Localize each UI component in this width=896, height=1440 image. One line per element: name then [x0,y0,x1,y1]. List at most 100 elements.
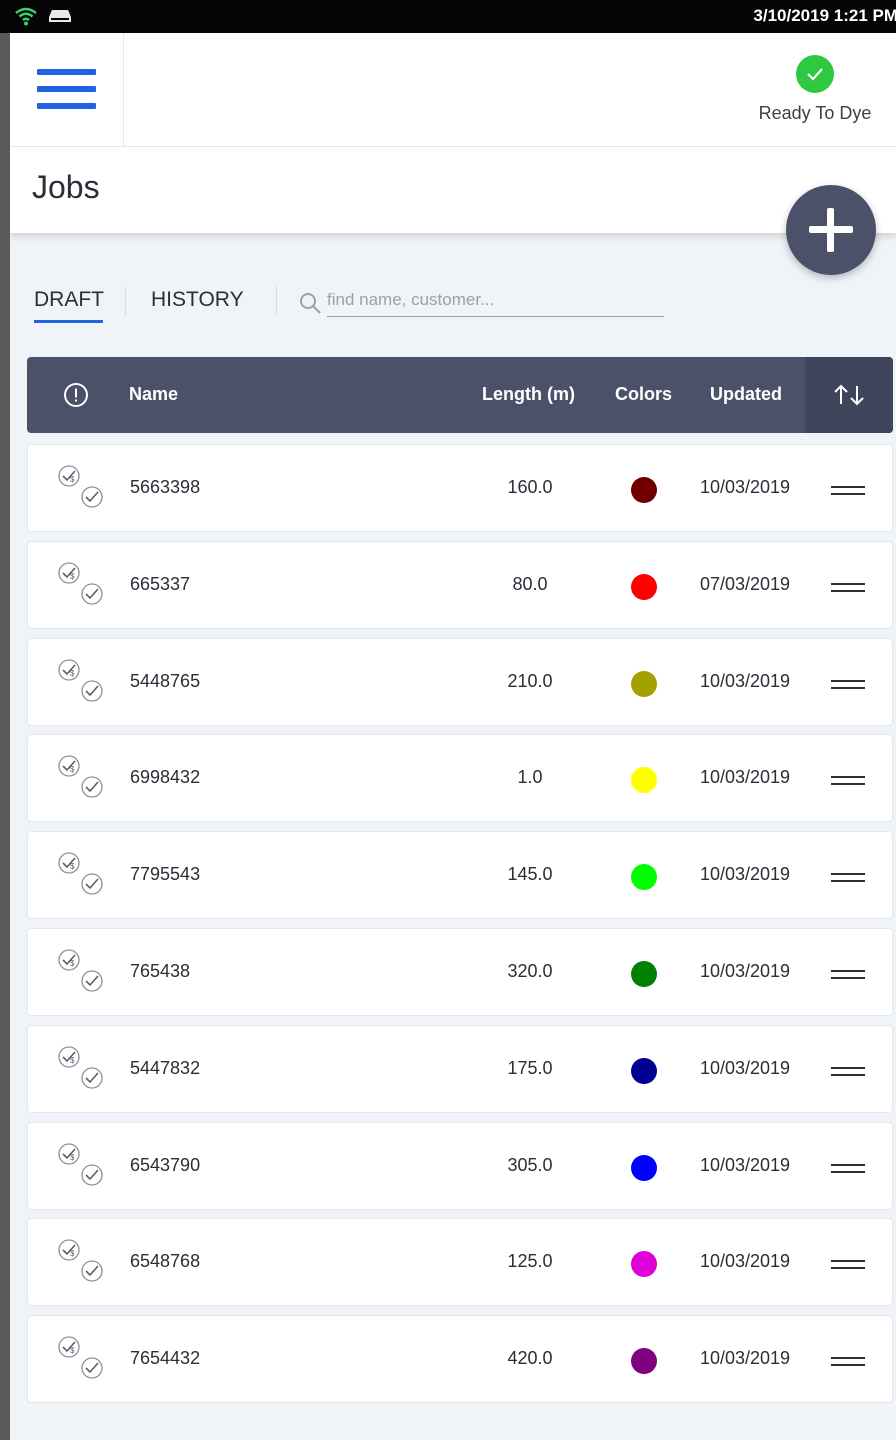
job-name: 6543790 [130,1154,201,1175]
color-swatch [631,767,657,794]
table-row[interactable]: $7795543 145.0 10/03/2019 [27,831,893,920]
table-row[interactable]: $6543790 305.0 10/03/2019 [27,1121,893,1210]
drag-handle-icon[interactable] [831,580,865,594]
color-swatch [631,961,657,987]
job-updated-date: 10/03/2019 [699,1348,791,1369]
job-updated-date: 10/03/2019 [699,477,791,497]
job-updated-date: 10/03/2019 [699,767,791,788]
color-swatch [631,1057,657,1084]
job-name: 7795543 [130,864,201,885]
svg-text:$: $ [70,1056,75,1065]
job-length: 305.0 [507,1154,553,1175]
job-name: 765438 [130,961,191,981]
job-length: 210.0 [507,670,553,691]
color-swatch [631,573,657,600]
drag-handle-icon[interactable] [831,483,865,497]
job-status-check-icon: $ [56,753,108,803]
hamburger-menu-button[interactable] [10,33,124,147]
drag-handle-icon[interactable] [831,677,865,691]
job-length: 420.0 [507,1348,553,1369]
job-updated-date: 07/03/2019 [699,573,791,594]
job-length: 1.0 [517,767,543,788]
page-title-bar: Jobs [10,147,896,233]
wifi-icon [15,7,37,26]
jobs-table-header: Name Length (m) Colors Updated [27,357,893,433]
selected-tab-indicator [34,320,103,323]
table-row[interactable]: $6548768 125.0 10/03/2019 [27,1218,893,1307]
system-clock: 3/10/2019 1:21 PM [753,6,896,25]
alert-circle-icon [64,383,88,407]
column-header-updated[interactable]: Updated [710,384,782,405]
table-row[interactable]: $6998432 1.0 10/03/2019 [27,734,893,823]
color-swatch [631,864,657,891]
tab-divider [276,286,277,316]
job-status-check-icon: $ [56,1141,108,1191]
job-status-check-icon: $ [56,1044,108,1094]
job-name: 5663398 [130,477,201,497]
hamburger-menu-icon [37,69,96,75]
column-header-name[interactable]: Name [129,384,178,405]
search-icon [300,293,321,314]
job-length: 125.0 [507,1251,553,1272]
job-status-check-icon: $ [56,1237,108,1287]
table-row[interactable]: $665337 80.0 07/03/2019 [27,540,893,629]
drag-handle-icon[interactable] [831,1161,865,1175]
job-status-check-icon: $ [56,947,108,997]
table-row[interactable]: $5447832 175.0 10/03/2019 [27,1024,893,1113]
drag-handle-icon[interactable] [831,1354,865,1368]
sort-button[interactable] [805,357,893,433]
storage-drive-icon [49,10,71,22]
sort-arrows-icon [834,384,864,406]
svg-text:$: $ [70,765,75,774]
job-updated-date: 10/03/2019 [699,864,791,885]
column-header-length[interactable]: Length (m) [482,384,575,405]
job-status-check-icon: $ [56,463,108,513]
tab-history[interactable]: HISTORY [151,288,244,312]
drag-handle-icon[interactable] [831,1064,865,1078]
table-row[interactable]: $765438 320.0 10/03/2019 [27,928,893,1016]
job-updated-date: 10/03/2019 [699,961,791,981]
job-name: 7654432 [130,1348,201,1369]
tab-draft[interactable]: DRAFT [34,288,104,312]
job-length: 175.0 [507,1057,553,1078]
job-name: 5448765 [130,670,201,691]
svg-text:$: $ [70,1249,75,1258]
color-swatch [631,670,657,697]
table-row[interactable]: $5448765 210.0 10/03/2019 [27,637,893,726]
job-status-check-icon: $ [56,657,108,707]
job-name: 5447832 [130,1057,201,1078]
job-updated-date: 10/03/2019 [699,670,791,691]
tab-divider [125,286,126,316]
job-name: 665337 [130,573,191,594]
svg-text:$: $ [70,669,75,678]
drag-handle-icon[interactable] [831,773,865,787]
svg-text:$: $ [70,959,75,968]
drag-handle-icon[interactable] [831,870,865,884]
job-search [298,284,666,320]
machine-status: Ready To Dye [750,55,880,135]
drag-handle-icon[interactable] [831,967,865,981]
page-title: Jobs [32,169,100,205]
color-swatch [631,1251,657,1278]
job-length: 145.0 [507,864,553,885]
table-row[interactable]: $5663398 160.0 10/03/2019 [27,444,893,532]
svg-text:$: $ [70,1153,75,1162]
job-name: 6548768 [130,1251,201,1272]
color-swatch [631,1154,657,1181]
column-header-colors[interactable]: Colors [615,384,672,405]
add-job-button[interactable] [786,185,876,275]
job-length: 160.0 [507,477,553,497]
job-length: 320.0 [507,961,553,981]
color-swatch [631,1348,657,1375]
job-tabs: DRAFT HISTORY [10,278,710,328]
job-updated-date: 10/03/2019 [699,1251,791,1272]
job-status-check-icon: $ [56,850,108,900]
job-updated-date: 10/03/2019 [699,1154,791,1175]
drag-handle-icon[interactable] [831,1257,865,1271]
job-name: 6998432 [130,767,201,788]
svg-text:$: $ [70,572,75,581]
search-input[interactable] [327,284,664,317]
table-row[interactable]: $7654432 420.0 10/03/2019 [27,1315,893,1404]
check-circle-icon [796,55,834,93]
svg-text:$: $ [70,862,75,871]
